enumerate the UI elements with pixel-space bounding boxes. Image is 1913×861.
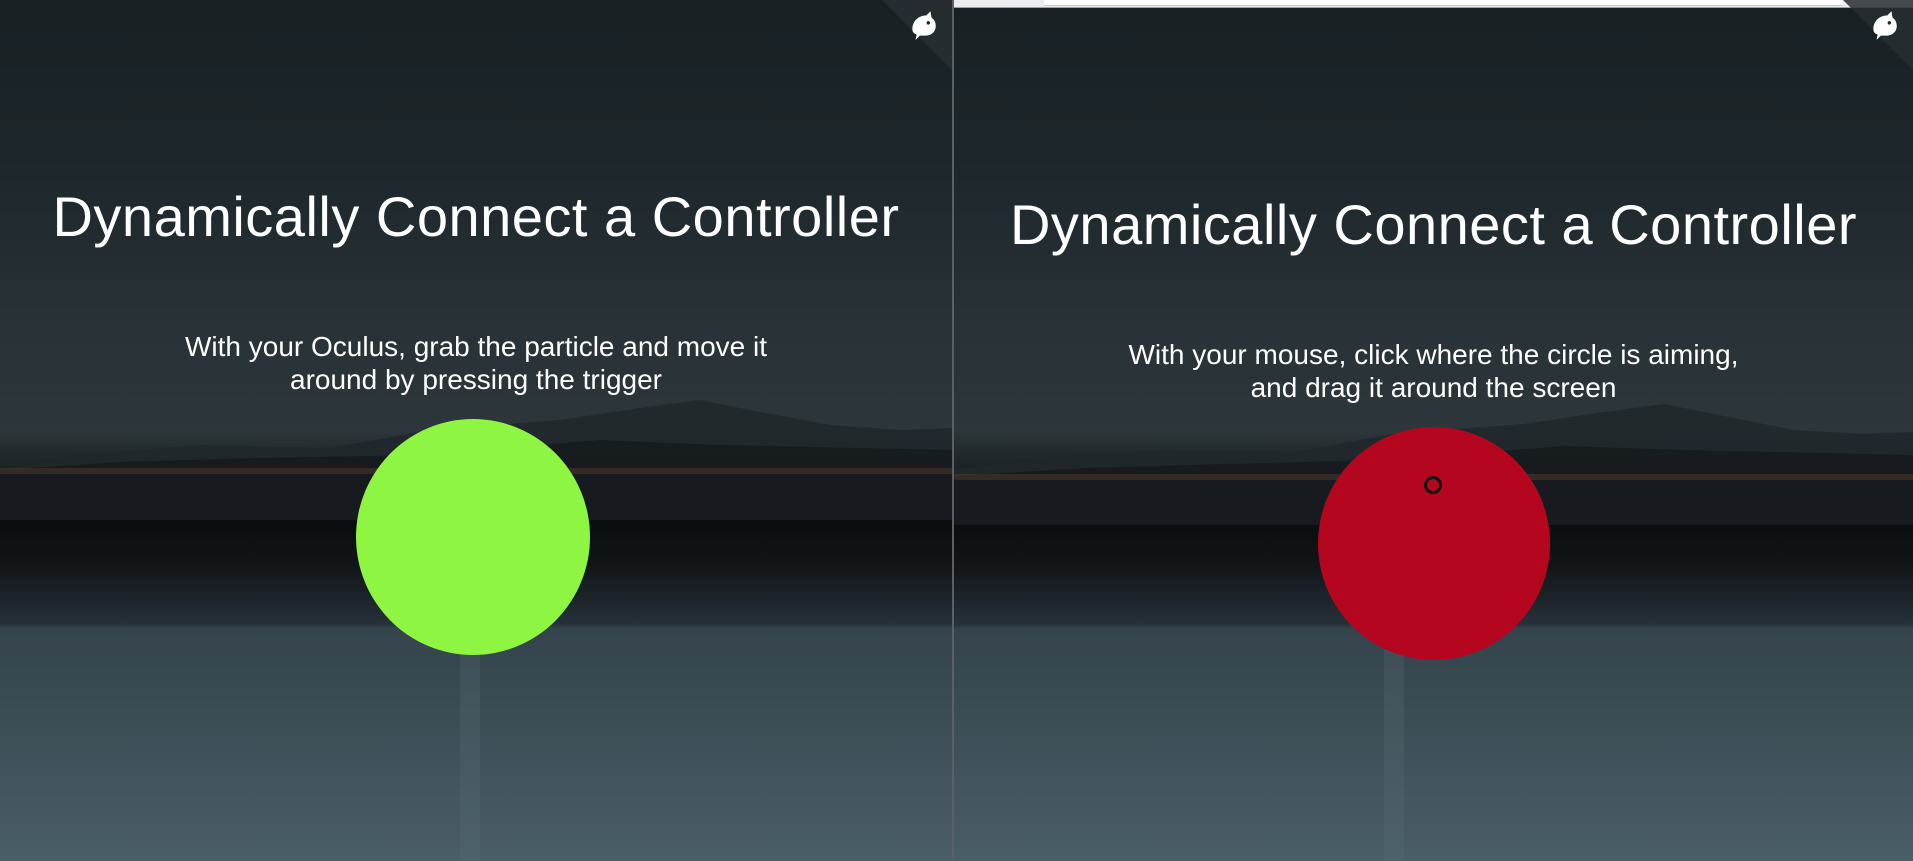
right-desktop-view[interactable]: Dynamically Connect a Controller With yo… xyxy=(954,0,1913,861)
corner-badge[interactable] xyxy=(882,0,952,70)
corner-badge[interactable] xyxy=(1843,0,1913,70)
cat-octo-icon xyxy=(912,11,936,40)
left-vr-view[interactable]: Dynamically Connect a Controller With yo… xyxy=(0,0,952,861)
split-screen: Dynamically Connect a Controller With yo… xyxy=(0,0,1913,861)
instruction-text: With your mouse, click where the circle … xyxy=(954,338,1913,404)
instruction-line-1: With your Oculus, grab the particle and … xyxy=(184,331,768,362)
cat-octo-icon xyxy=(1873,11,1897,40)
instruction-line-2: around by pressing the trigger xyxy=(290,364,662,395)
browser-toolbar xyxy=(954,0,1913,8)
grabbable-particle[interactable] xyxy=(1318,427,1550,660)
page-title: Dynamically Connect a Controller xyxy=(1009,193,1857,256)
instruction-text: With your Oculus, grab the particle and … xyxy=(0,330,952,396)
grabbable-particle[interactable] xyxy=(356,419,590,655)
instruction-line-2: and drag it around the screen xyxy=(1250,372,1617,403)
ring-cursor-icon xyxy=(1424,476,1442,494)
address-field[interactable] xyxy=(1044,0,1843,6)
page-title: Dynamically Connect a Controller xyxy=(52,185,900,248)
instruction-line-1: With your mouse, click where the circle … xyxy=(1128,339,1739,370)
